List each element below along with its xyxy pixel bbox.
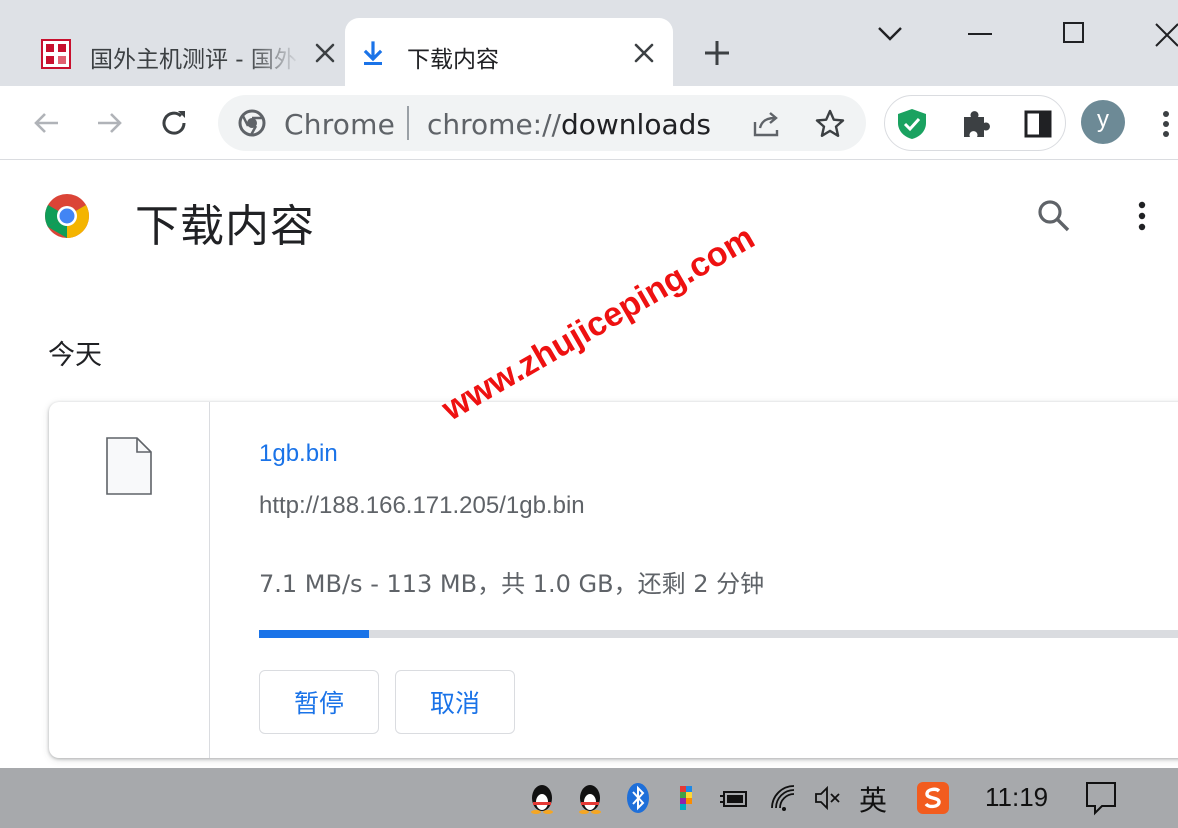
extensions-group <box>884 95 1066 151</box>
file-name-link[interactable]: 1gb.bin <box>259 440 338 468</box>
site-favicon-icon <box>41 39 71 69</box>
search-icon[interactable] <box>1036 198 1072 234</box>
download-progress-fill <box>259 630 370 638</box>
new-tab-plus-icon[interactable] <box>701 37 733 69</box>
omnibox-url[interactable]: chrome://downloads <box>427 108 711 141</box>
omnibox-chrome-label: Chrome <box>284 108 396 141</box>
chrome-logo-icon <box>238 109 266 137</box>
reload-icon[interactable] <box>154 103 194 143</box>
shield-check-icon[interactable] <box>895 107 929 141</box>
taskbar: 英 11:19 <box>0 768 1178 828</box>
battery-charging-icon[interactable] <box>718 782 750 814</box>
minimize-icon[interactable] <box>960 14 1000 54</box>
tab-title: 国外主机测评 - 国外 <box>90 47 297 73</box>
sogou-ime-icon[interactable] <box>916 781 950 815</box>
tab-title: 下载内容 <box>407 47 499 73</box>
share-icon[interactable] <box>750 108 782 140</box>
download-item-card: 1gb.bin http://188.166.171.205/1gb.bin 7… <box>49 402 1178 758</box>
tab-downloads[interactable]: 下载内容 <box>345 18 673 86</box>
profile-avatar[interactable]: y <box>1081 100 1125 144</box>
side-panel-icon[interactable] <box>1021 107 1055 141</box>
qq-penguin-icon[interactable] <box>526 782 558 814</box>
maximize-icon[interactable] <box>1054 14 1094 54</box>
tab-site[interactable]: 国外主机测评 - 国外 <box>28 18 338 86</box>
speaker-muted-icon[interactable] <box>812 782 844 814</box>
bookmark-star-icon[interactable] <box>814 108 846 140</box>
ime-language-indicator[interactable]: 英 <box>859 779 887 819</box>
chrome-logo-icon <box>45 194 89 238</box>
clock[interactable]: 11:19 <box>985 782 1048 813</box>
download-status: 7.1 MB/s - 113 MB，共 1.0 GB，还剩 2 分钟 <box>259 570 765 598</box>
download-progress-bar <box>259 630 1178 638</box>
address-bar[interactable]: Chrome chrome://downloads <box>218 95 866 151</box>
bluetooth-icon[interactable] <box>622 782 654 814</box>
download-icon <box>363 41 383 65</box>
file-icon <box>106 437 152 495</box>
wifi-icon[interactable] <box>768 782 800 814</box>
cancel-button[interactable]: 取消 <box>395 670 515 734</box>
close-icon[interactable] <box>631 40 657 66</box>
page-title: 下载内容 <box>135 201 315 252</box>
date-section-label: 今天 <box>48 340 102 371</box>
url-scheme: chrome:// <box>427 108 561 141</box>
file-source-url[interactable]: http://188.166.171.205/1gb.bin <box>259 492 585 520</box>
page-more-menu-icon[interactable] <box>1130 198 1154 234</box>
more-menu-icon[interactable] <box>1152 106 1178 142</box>
qq-penguin-icon[interactable] <box>574 782 606 814</box>
close-icon[interactable] <box>312 40 338 66</box>
back-arrow-icon[interactable] <box>26 103 66 143</box>
puzzle-extensions-icon[interactable] <box>959 107 993 141</box>
browser-toolbar: Chrome chrome://downloads y <box>0 86 1178 160</box>
pause-button[interactable]: 暂停 <box>259 670 379 734</box>
omnibox-divider <box>407 106 409 140</box>
tab-strip: 国外主机测评 - 国外 下载内容 <box>0 0 1178 86</box>
notification-center-icon[interactable] <box>1084 780 1118 816</box>
downloads-header: 下载内容 <box>0 160 1178 280</box>
color-grid-app-icon[interactable] <box>670 782 702 814</box>
forward-arrow-icon[interactable] <box>90 103 130 143</box>
url-path: downloads <box>560 108 711 141</box>
window-close-icon[interactable] <box>1146 14 1178 54</box>
tab-search-chevron-down-icon[interactable] <box>870 14 910 54</box>
file-icon-column <box>49 402 210 758</box>
